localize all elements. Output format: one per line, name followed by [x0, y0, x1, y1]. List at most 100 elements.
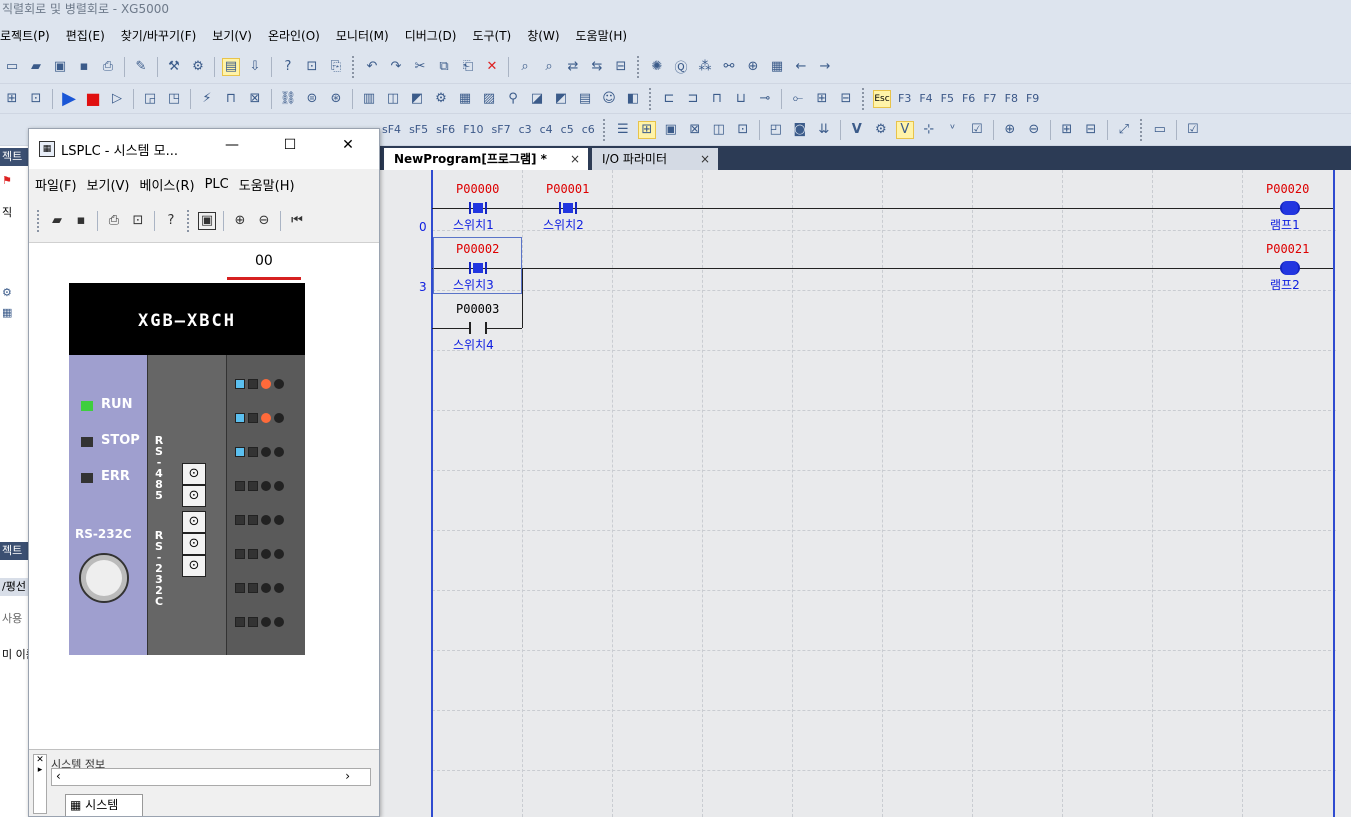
- project-tree-icon[interactable]: ⚑: [2, 174, 30, 187]
- grid-icon[interactable]: ▦: [2, 306, 30, 319]
- zoom-in-icon[interactable]: ⊕: [744, 58, 762, 76]
- ladder-branch2-icon[interactable]: ⊔: [732, 90, 750, 108]
- open-folder-icon[interactable]: ▰: [48, 212, 66, 230]
- diagnostic-icon[interactable]: ⊛: [327, 90, 345, 108]
- memory-icon[interactable]: ⇩: [246, 58, 264, 76]
- pause-icon[interactable]: ▷: [108, 90, 126, 108]
- message-pane-tab[interactable]: /평선: [0, 578, 30, 596]
- toolbar-grip[interactable]: [352, 55, 356, 78]
- link-icon[interactable]: ⚯: [720, 58, 738, 76]
- menu-window[interactable]: 창(W): [527, 27, 559, 44]
- link-chain-icon[interactable]: ⛓: [279, 90, 297, 108]
- fkey-f5[interactable]: F5: [941, 92, 954, 105]
- toolbar-grip[interactable]: [1139, 118, 1144, 141]
- extra2-icon[interactable]: ☑: [1184, 121, 1202, 139]
- maximize-button[interactable]: ☐: [275, 137, 305, 153]
- grid-icon[interactable]: ▦: [768, 58, 786, 76]
- horizontal-scrollbar[interactable]: ‹ ›: [51, 768, 371, 786]
- menu-help[interactable]: 도움말(H): [239, 175, 295, 194]
- zoom-in-icon[interactable]: ⊕: [1001, 121, 1019, 139]
- escape-icon[interactable]: Esc: [873, 89, 891, 108]
- output-coil[interactable]: [1280, 261, 1300, 275]
- table-icon[interactable]: ▦: [456, 90, 474, 108]
- view-download-icon[interactable]: ⇊: [815, 121, 833, 139]
- run-icon[interactable]: ▶: [60, 88, 78, 109]
- view-program-icon[interactable]: ◰: [767, 121, 785, 139]
- zoom-icon[interactable]: Ⓠ: [672, 58, 690, 76]
- close-icon[interactable]: ×: [570, 148, 580, 170]
- fkey-sf5[interactable]: sF5: [409, 123, 428, 136]
- minimize-button[interactable]: —: [217, 137, 247, 153]
- open-project-icon[interactable]: ▣: [51, 58, 69, 76]
- help-icon[interactable]: ?: [279, 58, 297, 76]
- fkey-sf4[interactable]: sF4: [382, 123, 401, 136]
- step-icon[interactable]: ⚡: [198, 90, 216, 108]
- fkey-sf7[interactable]: sF7: [492, 123, 511, 136]
- pin-icon[interactable]: ⚲: [504, 90, 522, 108]
- scroll-left-icon[interactable]: ‹: [56, 769, 61, 783]
- wrench-icon[interactable]: ✎: [132, 58, 150, 76]
- variable2-icon[interactable]: ⊹: [920, 121, 938, 139]
- fkey-f4[interactable]: F4: [919, 92, 932, 105]
- trend-icon[interactable]: ◫: [384, 90, 402, 108]
- simulator-window[interactable]: ▦ LSPLC - 시스템 모... — ☐ ✕ 파일(F) 보기(V) 베이스…: [28, 128, 380, 817]
- layout2-icon[interactable]: ⊟: [1082, 121, 1100, 139]
- chart2-icon[interactable]: ◩: [552, 90, 570, 108]
- stop-icon[interactable]: ■: [84, 89, 102, 108]
- step-out-icon[interactable]: ⊠: [246, 90, 264, 108]
- panel-side-bar[interactable]: ✕ ▸: [33, 754, 47, 814]
- variable-icon[interactable]: V: [895, 120, 914, 139]
- message-pane-item[interactable]: 사용: [2, 610, 30, 626]
- compile-icon[interactable]: ⚒: [165, 58, 183, 76]
- network-icon[interactable]: ⁂: [696, 58, 714, 76]
- view-io-icon[interactable]: ◙: [791, 121, 809, 139]
- ladder-editor[interactable]: 0 3 P00000 스위치1 P00001 스위치2 P00002 스위치3 …: [380, 170, 1351, 817]
- fkey-c3[interactable]: c3: [519, 123, 532, 136]
- monitor-stop-icon[interactable]: ◳: [165, 90, 183, 108]
- gear-icon[interactable]: ⚙: [2, 286, 30, 299]
- paste-icon[interactable]: ⎗: [459, 58, 477, 76]
- menu-find-replace[interactable]: 찾기/바꾸기(F): [121, 27, 197, 44]
- find-device-icon[interactable]: ⊟: [612, 58, 630, 76]
- zoom-out-icon[interactable]: ⊖: [255, 212, 273, 230]
- menu-online[interactable]: 온라인(O): [268, 27, 320, 44]
- menu-edit[interactable]: 편집(E): [66, 27, 105, 44]
- toolbar-grip[interactable]: [37, 209, 41, 232]
- check-icon[interactable]: ☑: [968, 121, 986, 139]
- monitor-start-icon[interactable]: ◲: [141, 90, 159, 108]
- open-folder-icon[interactable]: ▰: [27, 58, 45, 76]
- ladder-contact2-icon[interactable]: ⊐: [684, 90, 702, 108]
- compile-all-icon[interactable]: ⚙: [189, 58, 207, 76]
- step-over-icon[interactable]: ⊓: [222, 90, 240, 108]
- cut-icon[interactable]: ✂: [411, 58, 429, 76]
- io-monitor-icon[interactable]: ▣: [198, 211, 216, 230]
- menu-help[interactable]: 도움말(H): [576, 27, 628, 44]
- tab-system[interactable]: ▦ 시스템: [65, 794, 143, 816]
- delete-icon[interactable]: ✕: [483, 58, 501, 76]
- ladder-line-icon[interactable]: ⊸: [756, 90, 774, 108]
- ladder-contact-icon[interactable]: ⊏: [660, 90, 678, 108]
- fkey-c5[interactable]: c5: [561, 123, 574, 136]
- fkey-c4[interactable]: c4: [540, 123, 553, 136]
- variable3-icon[interactable]: ᵛ: [944, 121, 962, 139]
- fkey-f3[interactable]: F3: [898, 92, 911, 105]
- verify-icon[interactable]: V: [848, 121, 866, 139]
- output-coil[interactable]: [1280, 201, 1300, 215]
- arrow-left-icon[interactable]: ←: [792, 58, 810, 76]
- context-help-icon[interactable]: ⊡: [303, 58, 321, 76]
- menu-view[interactable]: 보기(V): [212, 27, 252, 44]
- simulator-title-bar[interactable]: ▦ LSPLC - 시스템 모... — ☐ ✕: [29, 129, 379, 169]
- plc-module[interactable]: XGB—XBCH RUN STOP ERR RS-232C RS-485 RS-…: [69, 283, 305, 655]
- toolbar-grip[interactable]: [187, 209, 191, 232]
- menu-monitor[interactable]: 모니터(M): [336, 27, 389, 44]
- connect-icon[interactable]: ⊞: [3, 90, 21, 108]
- toolbar-grip[interactable]: [862, 87, 866, 110]
- compare-icon[interactable]: ⊜: [303, 90, 321, 108]
- replace-all-icon[interactable]: ⇆: [588, 58, 606, 76]
- fkey-f7[interactable]: F7: [983, 92, 996, 105]
- view-list-icon[interactable]: ☰: [614, 121, 632, 139]
- save-icon[interactable]: ▪: [75, 58, 93, 76]
- chart-icon[interactable]: ◪: [528, 90, 546, 108]
- save-icon[interactable]: ▪: [72, 212, 90, 230]
- view-window-icon[interactable]: ⊡: [734, 121, 752, 139]
